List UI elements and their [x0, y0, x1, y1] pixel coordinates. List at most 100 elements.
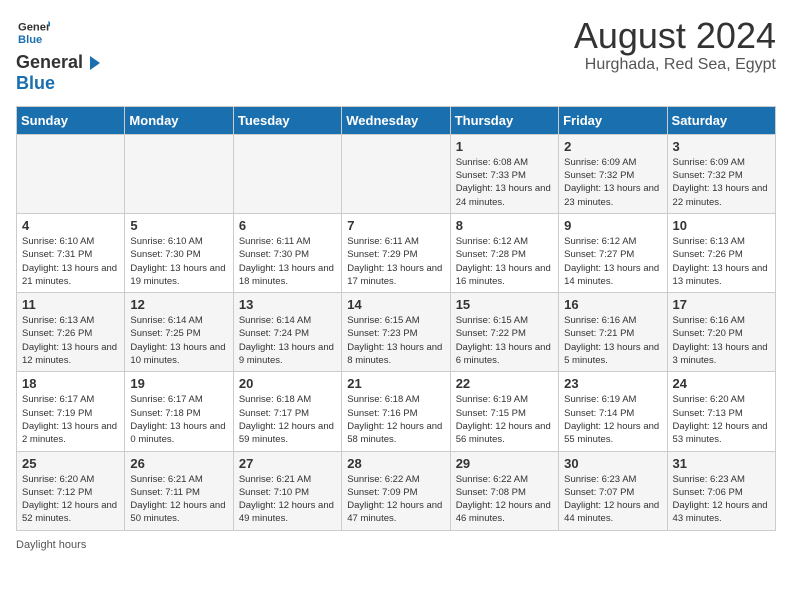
month-year-title: August 2024	[574, 16, 776, 56]
day-of-week-header: Sunday	[17, 106, 125, 134]
calendar-cell: 11 Sunrise: 6:13 AM Sunset: 7:26 PM Dayli…	[17, 293, 125, 372]
day-number: 27	[239, 456, 336, 471]
calendar-week-row: 18 Sunrise: 6:17 AM Sunset: 7:19 PM Dayli…	[17, 372, 776, 451]
calendar-cell: 29 Sunrise: 6:22 AM Sunset: 7:08 PM Dayli…	[450, 451, 558, 530]
calendar-cell: 1Sunrise: 6:08 AM Sunset: 7:33 PM Daylig…	[450, 134, 558, 213]
footer: Daylight hours	[16, 539, 776, 551]
day-number: 11	[22, 297, 119, 312]
day-number: 31	[673, 456, 770, 471]
day-info: Sunrise: 6:19 AM Sunset: 7:15 PM Dayligh…	[456, 393, 553, 446]
day-number: 24	[673, 376, 770, 391]
day-info: Sunrise: 6:23 AM Sunset: 7:06 PM Dayligh…	[673, 473, 770, 526]
day-info: Sunrise: 6:15 AM Sunset: 7:22 PM Dayligh…	[456, 314, 553, 367]
day-number: 20	[239, 376, 336, 391]
location-subtitle: Hurghada, Red Sea, Egypt	[574, 56, 776, 74]
day-info: Sunrise: 6:21 AM Sunset: 7:10 PM Dayligh…	[239, 473, 336, 526]
calendar-header: SundayMondayTuesdayWednesdayThursdayFrid…	[17, 106, 776, 134]
calendar-cell: 23 Sunrise: 6:19 AM Sunset: 7:14 PM Dayli…	[559, 372, 667, 451]
day-number: 10	[673, 218, 770, 233]
day-number: 12	[130, 297, 227, 312]
calendar-cell: 25Sunrise: 6:20 AM Sunset: 7:12 PM Dayli…	[17, 451, 125, 530]
day-info: Sunrise: 6:11 AM Sunset: 7:29 PM Dayligh…	[347, 235, 444, 288]
day-info: Sunrise: 6:23 AM Sunset: 7:07 PM Dayligh…	[564, 473, 661, 526]
day-info: Sunrise: 6:20 AM Sunset: 7:13 PM Dayligh…	[673, 393, 770, 446]
day-info: Sunrise: 6:16 AM Sunset: 7:20 PM Dayligh…	[673, 314, 770, 367]
day-info: Sunrise: 6:18 AM Sunset: 7:16 PM Dayligh…	[347, 393, 444, 446]
day-number: 22	[456, 376, 553, 391]
calendar-cell: 18 Sunrise: 6:17 AM Sunset: 7:19 PM Dayli…	[17, 372, 125, 451]
calendar-cell: 27 Sunrise: 6:21 AM Sunset: 7:10 PM Dayli…	[233, 451, 341, 530]
day-info: Sunrise: 6:15 AM Sunset: 7:23 PM Dayligh…	[347, 314, 444, 367]
calendar-cell: 30 Sunrise: 6:23 AM Sunset: 7:07 PM Dayli…	[559, 451, 667, 530]
day-info: Sunrise: 6:21 AM Sunset: 7:11 PM Dayligh…	[130, 473, 227, 526]
logo: General Blue General Blue	[16, 16, 103, 94]
day-number: 18	[22, 376, 119, 391]
day-info: Sunrise: 6:12 AM Sunset: 7:27 PM Dayligh…	[564, 235, 661, 288]
day-of-week-header: Wednesday	[342, 106, 450, 134]
day-number: 28	[347, 456, 444, 471]
day-info: Sunrise: 6:22 AM Sunset: 7:08 PM Dayligh…	[456, 473, 553, 526]
day-info: Sunrise: 6:17 AM Sunset: 7:18 PM Dayligh…	[130, 393, 227, 446]
calendar-cell: 2 Sunrise: 6:09 AM Sunset: 7:32 PM Daylig…	[559, 134, 667, 213]
day-info: Sunrise: 6:13 AM Sunset: 7:26 PM Dayligh…	[673, 235, 770, 288]
calendar-cell: 13 Sunrise: 6:14 AM Sunset: 7:24 PM Dayli…	[233, 293, 341, 372]
logo-arrow-icon	[84, 54, 102, 72]
calendar-cell: 26 Sunrise: 6:21 AM Sunset: 7:11 PM Dayli…	[125, 451, 233, 530]
calendar-week-row: 1Sunrise: 6:08 AM Sunset: 7:33 PM Daylig…	[17, 134, 776, 213]
day-number: 26	[130, 456, 227, 471]
calendar-cell: 31 Sunrise: 6:23 AM Sunset: 7:06 PM Dayli…	[667, 451, 775, 530]
calendar-cell	[17, 134, 125, 213]
page-header: General Blue General Blue August 2024 Hu…	[16, 16, 776, 94]
calendar-cell: 8Sunrise: 6:12 AM Sunset: 7:28 PM Daylig…	[450, 213, 558, 292]
calendar-cell	[233, 134, 341, 213]
calendar-cell: 28 Sunrise: 6:22 AM Sunset: 7:09 PM Dayli…	[342, 451, 450, 530]
calendar-cell: 7 Sunrise: 6:11 AM Sunset: 7:29 PM Daylig…	[342, 213, 450, 292]
logo-general: General	[16, 53, 83, 73]
day-info: Sunrise: 6:12 AM Sunset: 7:28 PM Dayligh…	[456, 235, 553, 288]
day-number: 3	[673, 139, 770, 154]
calendar-week-row: 25Sunrise: 6:20 AM Sunset: 7:12 PM Dayli…	[17, 451, 776, 530]
title-block: August 2024 Hurghada, Red Sea, Egypt	[574, 16, 776, 74]
calendar-cell: 10 Sunrise: 6:13 AM Sunset: 7:26 PM Dayli…	[667, 213, 775, 292]
day-info: Sunrise: 6:14 AM Sunset: 7:24 PM Dayligh…	[239, 314, 336, 367]
calendar-cell: 12 Sunrise: 6:14 AM Sunset: 7:25 PM Dayli…	[125, 293, 233, 372]
day-of-week-header: Friday	[559, 106, 667, 134]
calendar-cell: 17Sunrise: 6:16 AM Sunset: 7:20 PM Dayli…	[667, 293, 775, 372]
calendar-cell: 9 Sunrise: 6:12 AM Sunset: 7:27 PM Daylig…	[559, 213, 667, 292]
day-number: 29	[456, 456, 553, 471]
calendar-cell: 4Sunrise: 6:10 AM Sunset: 7:31 PM Daylig…	[17, 213, 125, 292]
day-info: Sunrise: 6:22 AM Sunset: 7:09 PM Dayligh…	[347, 473, 444, 526]
header-row: SundayMondayTuesdayWednesdayThursdayFrid…	[17, 106, 776, 134]
day-number: 15	[456, 297, 553, 312]
day-number: 13	[239, 297, 336, 312]
day-number: 19	[130, 376, 227, 391]
day-info: Sunrise: 6:16 AM Sunset: 7:21 PM Dayligh…	[564, 314, 661, 367]
day-number: 21	[347, 376, 444, 391]
day-info: Sunrise: 6:14 AM Sunset: 7:25 PM Dayligh…	[130, 314, 227, 367]
calendar-body: 1Sunrise: 6:08 AM Sunset: 7:33 PM Daylig…	[17, 134, 776, 530]
calendar-table: SundayMondayTuesdayWednesdayThursdayFrid…	[16, 106, 776, 531]
day-number: 1	[456, 139, 553, 154]
day-info: Sunrise: 6:17 AM Sunset: 7:19 PM Dayligh…	[22, 393, 119, 446]
day-number: 9	[564, 218, 661, 233]
day-info: Sunrise: 6:09 AM Sunset: 7:32 PM Dayligh…	[564, 156, 661, 209]
day-number: 5	[130, 218, 227, 233]
day-number: 23	[564, 376, 661, 391]
day-number: 7	[347, 218, 444, 233]
svg-text:General: General	[18, 21, 50, 33]
calendar-cell: 21 Sunrise: 6:18 AM Sunset: 7:16 PM Dayli…	[342, 372, 450, 451]
logo-blue: Blue	[16, 73, 55, 93]
day-number: 16	[564, 297, 661, 312]
calendar-week-row: 11 Sunrise: 6:13 AM Sunset: 7:26 PM Dayli…	[17, 293, 776, 372]
day-number: 30	[564, 456, 661, 471]
day-number: 2	[564, 139, 661, 154]
day-info: Sunrise: 6:13 AM Sunset: 7:26 PM Dayligh…	[22, 314, 119, 367]
calendar-cell: 3Sunrise: 6:09 AM Sunset: 7:32 PM Daylig…	[667, 134, 775, 213]
daylight-label: Daylight hours	[16, 539, 86, 551]
calendar-cell	[125, 134, 233, 213]
day-info: Sunrise: 6:11 AM Sunset: 7:30 PM Dayligh…	[239, 235, 336, 288]
day-number: 25	[22, 456, 119, 471]
calendar-cell: 20Sunrise: 6:18 AM Sunset: 7:17 PM Dayli…	[233, 372, 341, 451]
day-info: Sunrise: 6:19 AM Sunset: 7:14 PM Dayligh…	[564, 393, 661, 446]
calendar-cell: 6Sunrise: 6:11 AM Sunset: 7:30 PM Daylig…	[233, 213, 341, 292]
